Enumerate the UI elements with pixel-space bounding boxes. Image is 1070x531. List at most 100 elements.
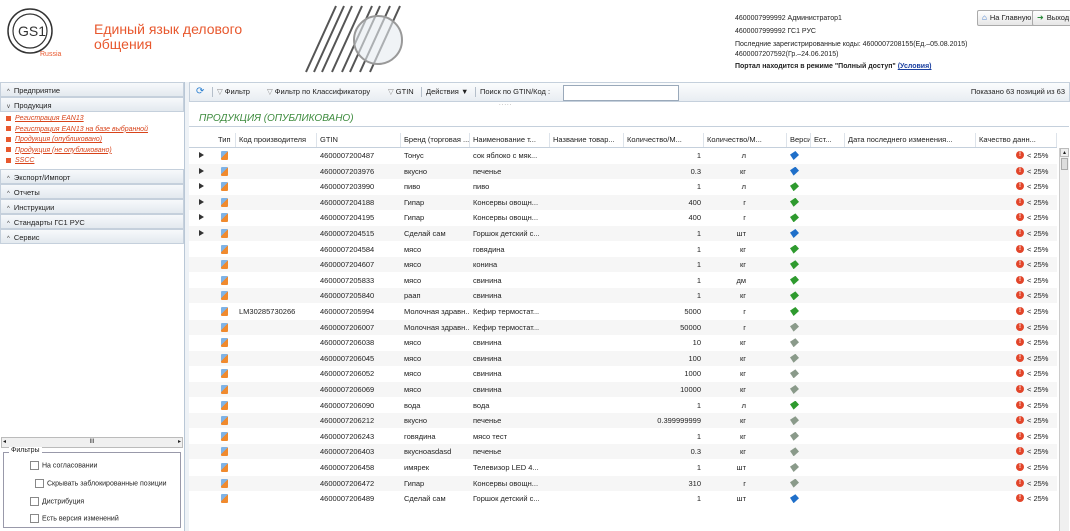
refresh-icon[interactable]: ⟳ (196, 83, 204, 101)
accordion-service[interactable]: ^ Сервис (0, 228, 184, 244)
expand-row-icon[interactable] (199, 167, 204, 174)
version-icon[interactable] (790, 275, 799, 285)
scroll-up-icon[interactable]: ▴ (1060, 148, 1069, 157)
column-header[interactable]: Код производителя (236, 133, 317, 147)
table-row[interactable]: 4600007204515 Сделай сам Горшок детский с.… (189, 226, 1057, 241)
version-icon[interactable] (790, 307, 799, 316)
expand-row-icon[interactable] (199, 230, 204, 236)
version-icon[interactable] (790, 447, 799, 457)
table-row[interactable]: LM30285730266 4600007205994 Молочная здрав… (189, 304, 1057, 319)
table-row[interactable]: 4600007206212 вкусно печенье 0.399999999 кг!… (189, 413, 1057, 429)
version-icon[interactable] (790, 260, 799, 270)
version-icon[interactable] (790, 166, 799, 176)
accordion-standards[interactable]: ^ Стандарты ГС1 РУС (0, 213, 184, 229)
column-header[interactable]: Количество/М... (704, 133, 787, 147)
table-row[interactable]: 4600007200487 Тонус сок яблоко с мяк... 1 л!… (189, 148, 1057, 163)
column-header[interactable]: Наименование т... (470, 133, 550, 147)
filter-distribution-checkbox[interactable]: Дистрибуция (30, 497, 84, 506)
version-icon[interactable] (790, 229, 799, 238)
table-row[interactable]: 4600007206458 имярек Телевизор LED 4... 1 шт… (189, 460, 1057, 475)
version-icon[interactable] (790, 400, 799, 410)
version-icon[interactable] (790, 244, 799, 254)
column-header[interactable]: Название товар... (550, 133, 624, 147)
version-icon[interactable] (790, 416, 799, 426)
table-row[interactable]: 4600007205840 раап свинина 1 кг! < 25% (189, 288, 1057, 304)
scroll-left-icon[interactable]: ◂ (3, 438, 6, 447)
resize-handle[interactable]: ..... (499, 101, 512, 107)
version-icon[interactable] (790, 353, 799, 363)
accordion-reports[interactable]: ^ Отчеты (0, 183, 184, 199)
scroll-right-icon[interactable]: ▸ (178, 438, 181, 447)
accordion-enterprise[interactable]: ^ Предприятие (0, 82, 184, 97)
expand-row-icon[interactable] (199, 214, 204, 221)
table-row[interactable]: 4600007203976 вкусно печенье 0.3 кг! < 25% (189, 163, 1057, 179)
version-icon[interactable] (790, 151, 799, 160)
filter-button[interactable]: ▽ Фильтр (217, 83, 250, 101)
tree-item-ean13[interactable]: Регистрация EAN13 (0, 114, 184, 125)
table-row[interactable]: 4600007206489 Сделай сам Горшок детский с.… (189, 491, 1057, 506)
home-button[interactable]: ⌂ На Главную (977, 10, 1037, 26)
search-input[interactable] (563, 85, 679, 101)
table-row[interactable]: 4600007206045 мясо свинина 100 кг! < 25% (189, 350, 1057, 366)
version-icon[interactable] (790, 494, 799, 504)
expand-row-icon[interactable] (199, 152, 204, 158)
column-header[interactable]: Тип (215, 133, 236, 147)
accordion-products[interactable]: v Продукция (0, 97, 184, 112)
scroll-thumb[interactable] (1061, 158, 1068, 170)
expand-row-icon[interactable] (199, 198, 204, 205)
table-row[interactable]: 4600007206403 вкусноasdasd печенье 0.3 кг! < … (189, 444, 1057, 460)
tree-item-ean13-based[interactable]: Регистрация EAN13 на базе выбранной (0, 125, 184, 136)
table-row[interactable]: 4600007206007 Молочная здравн... Кефир тер… (189, 319, 1057, 335)
checkbox-icon[interactable] (30, 497, 39, 506)
table-row[interactable]: 4600007204195 Гипар Консервы овощн... 400 г!… (189, 210, 1057, 225)
actions-dropdown[interactable]: Действия ▼ (426, 83, 468, 101)
tree-item-sscc[interactable]: SSCC (0, 156, 184, 167)
filter-has-version-checkbox[interactable]: Есть версия изменений (30, 514, 119, 523)
version-icon[interactable] (790, 322, 799, 332)
version-icon[interactable] (790, 463, 799, 472)
accordion-export-import[interactable]: ^ Экспорт/Импорт (0, 168, 184, 184)
column-header[interactable]: Количество/М... (624, 133, 704, 147)
checkbox-icon[interactable] (30, 514, 39, 523)
tree-item-published[interactable]: Продукция (опубликовано) (0, 135, 184, 146)
table-row[interactable]: 4600007206052 мясо свинина 1000 кг! < 25% (189, 366, 1057, 381)
column-header[interactable]: Бренд (торговая ... (401, 133, 470, 147)
tree-item-unpublished[interactable]: Продукция (не опубликовано) (0, 146, 184, 157)
logout-button[interactable]: ➜ Выход (1032, 10, 1070, 26)
filter-pending-checkbox[interactable]: На согласовании (30, 461, 97, 470)
table-row[interactable]: 4600007204188 Гипар Консервы овощн... 400 г!… (189, 194, 1057, 210)
accordion-instructions[interactable]: ^ Инструкции (0, 198, 184, 214)
version-icon[interactable] (790, 197, 799, 207)
filter-hide-blocked-checkbox[interactable]: Скрывать заблокированные позиции (35, 479, 167, 488)
version-icon[interactable] (790, 291, 799, 301)
table-row[interactable]: 4600007203990 пиво пиво 1 л! < 25% (189, 179, 1057, 194)
version-icon[interactable] (790, 478, 799, 488)
table-row[interactable]: 4600007206090 вода вода 1 л! < 25% (189, 398, 1057, 413)
column-header[interactable]: Ест... (811, 133, 845, 147)
gtin-filter-button[interactable]: ▽ GTIN (388, 83, 414, 101)
checkbox-icon[interactable] (35, 479, 44, 488)
version-icon[interactable] (790, 385, 799, 394)
version-icon[interactable] (790, 182, 799, 192)
table-row[interactable]: 4600007204584 мясо говядина 1 кг! < 25% (189, 242, 1057, 257)
version-icon[interactable] (790, 338, 799, 348)
table-row[interactable]: 4600007205833 мясо свинина 1 дм! < 25% (189, 273, 1057, 288)
version-icon[interactable] (790, 431, 799, 441)
table-row[interactable]: 4600007206472 Гипар Консервы овощн... 310 г!… (189, 475, 1057, 491)
table-row[interactable]: 4600007206038 мясо свинина 10 кг! < 25% (189, 335, 1057, 350)
conditions-link[interactable]: (Условия) (898, 63, 932, 70)
scroll-grip[interactable]: III (89, 439, 94, 445)
expand-row-icon[interactable] (199, 183, 204, 190)
column-header[interactable]: GTIN (317, 133, 401, 147)
filter-classifier-button[interactable]: ▽ Фильтр по Классификатору (267, 83, 370, 101)
table-row[interactable]: 4600007204607 мясо конина 1 кг! < 25% (189, 257, 1057, 273)
version-icon[interactable] (790, 213, 799, 223)
grid-vertical-scrollbar[interactable]: ▴ (1059, 148, 1069, 531)
column-header[interactable]: Качество данн... (976, 133, 1057, 147)
checkbox-icon[interactable] (30, 461, 39, 470)
version-icon[interactable] (790, 369, 799, 379)
table-row[interactable]: 4600007206243 говядина мясо тест 1 кг! < 25% (189, 429, 1057, 444)
table-row[interactable]: 4600007206069 мясо свинина 10000 кг! < 25% (189, 382, 1057, 397)
column-header[interactable]: Версии (787, 133, 811, 147)
column-header[interactable]: Дата последнего изменения... (845, 133, 976, 147)
